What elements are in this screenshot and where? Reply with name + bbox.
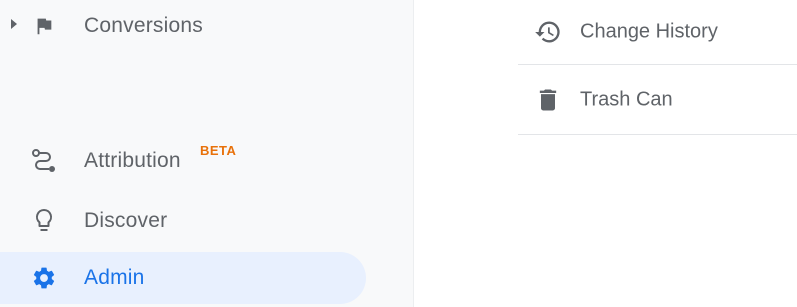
sidebar-item-label: Discover	[84, 209, 168, 232]
sidebar-item-conversions[interactable]: Conversions	[0, 0, 366, 52]
sidebar: Conversions Attribution BETA Discover Ad…	[0, 0, 413, 307]
expand-caret-icon[interactable]	[11, 19, 17, 29]
sidebar-item-attribution[interactable]: Attribution BETA	[0, 135, 366, 187]
sidebar-item-label: Admin	[84, 266, 145, 289]
route-icon	[30, 147, 58, 175]
history-icon	[534, 18, 562, 46]
trash-icon	[534, 86, 562, 114]
trash-can-label: Trash Can	[580, 88, 673, 110]
beta-badge: BETA	[200, 143, 237, 158]
panel-divider	[413, 0, 414, 307]
sidebar-item-label: Conversions	[84, 14, 203, 37]
sidebar-item-label: Attribution	[84, 149, 181, 172]
lightbulb-icon	[30, 207, 58, 235]
change-history-label: Change History	[580, 20, 718, 43]
sidebar-item-discover[interactable]: Discover	[0, 195, 366, 247]
gear-icon	[30, 264, 58, 292]
sidebar-item-admin[interactable]: Admin	[0, 252, 366, 304]
change-history-link[interactable]: Change History	[518, 0, 797, 65]
flag-icon	[30, 12, 58, 40]
trash-can-link[interactable]: Trash Can	[518, 65, 797, 135]
